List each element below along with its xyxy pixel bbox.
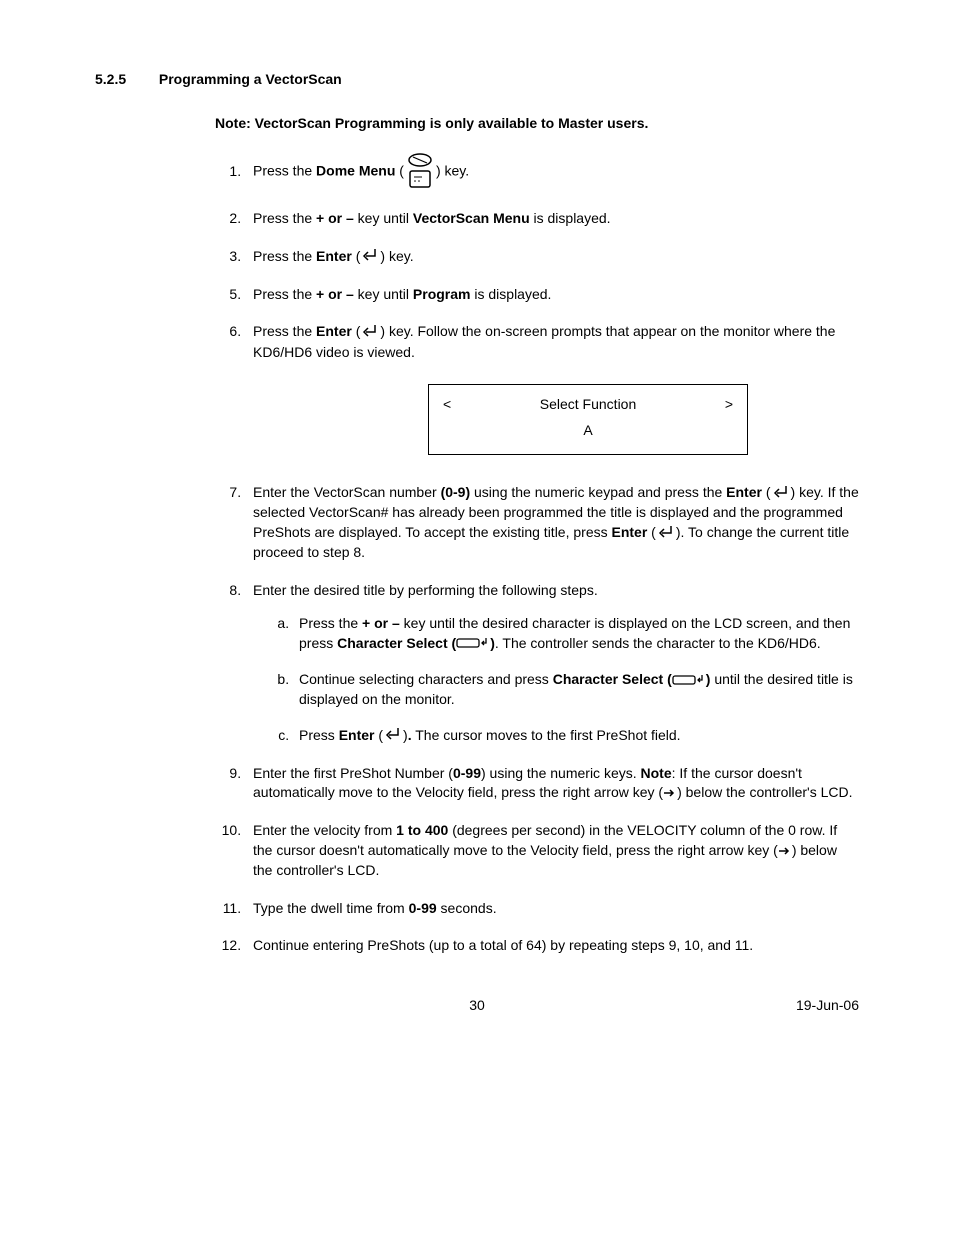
step-11: Type the dwell time from 0-99 seconds. [245, 899, 859, 919]
enter-icon [383, 726, 403, 746]
footer-date: 19-Jun-06 [739, 996, 859, 1016]
display-center: Select Function [540, 395, 637, 415]
step-2: Press the + or – key until VectorScan Me… [245, 209, 859, 229]
char-select-icon [672, 671, 706, 691]
step-8c: Press Enter (). The cursor moves to the … [293, 726, 859, 746]
display-line2: A [443, 421, 733, 441]
enter-icon [656, 524, 676, 544]
enter-icon [360, 247, 380, 267]
step-list: Press the Dome Menu () key. Press the + … [215, 153, 859, 956]
note-prefix: N [215, 115, 225, 131]
step-8b: Continue selecting characters and press … [293, 670, 859, 710]
step-1: Press the Dome Menu () key. [245, 153, 859, 191]
display-right: > [725, 395, 733, 415]
step-7: Enter the VectorScan number (0-9) using … [245, 483, 859, 562]
step-8a: Press the + or – key until the desired c… [293, 614, 859, 654]
dome-menu-icon [404, 153, 436, 191]
section-title: Programming a VectorScan [159, 71, 342, 87]
section-header: 5.2.5 Programming a VectorScan [95, 70, 859, 90]
step-8: Enter the desired title by performing th… [245, 581, 859, 746]
page-number: 30 [215, 996, 739, 1016]
char-select-icon [456, 634, 490, 654]
step-5: Press the + or – key until Program is di… [245, 285, 859, 305]
lcd-display: < Select Function > A [428, 384, 748, 455]
display-left: < [443, 395, 451, 415]
enter-icon [360, 323, 380, 343]
step-9: Enter the first PreShot Number (0-99) us… [245, 764, 859, 804]
step-8-sublist: Press the + or – key until the desired c… [263, 614, 859, 745]
step-3: Press the Enter () key. [245, 247, 859, 267]
page-footer: 30 19-Jun-06 [95, 996, 859, 1016]
step-6: Press the Enter () key. Follow the on-sc… [245, 322, 859, 455]
step-10: Enter the velocity from 1 to 400 (degree… [245, 821, 859, 880]
step-12: Continue entering PreShots (up to a tota… [245, 936, 859, 956]
right-arrow-icon [663, 784, 677, 804]
section-number: 5.2.5 [95, 70, 155, 90]
note-line: Note: VectorScan Programming is only ava… [215, 114, 859, 134]
enter-icon [771, 484, 791, 504]
note-text: ote: VectorScan Programming is only avai… [225, 115, 648, 131]
right-arrow-icon [778, 842, 792, 862]
